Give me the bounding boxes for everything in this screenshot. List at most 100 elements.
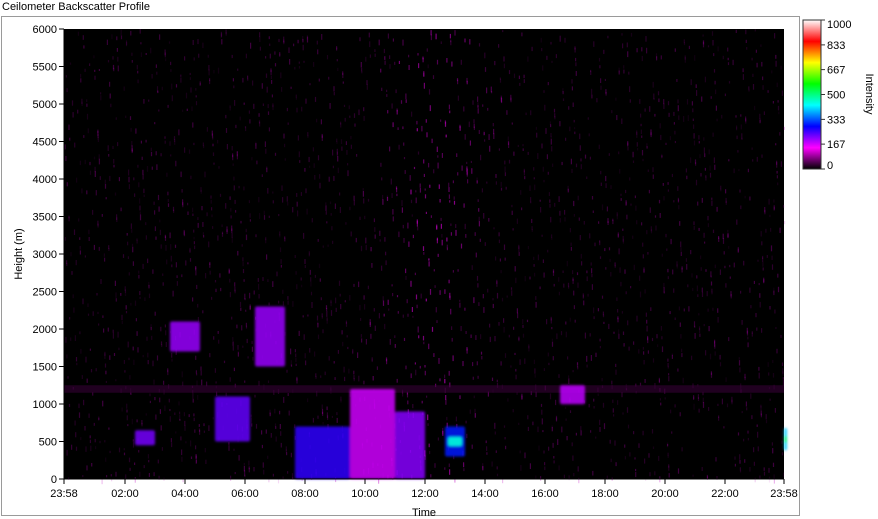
noise-speckle [446, 58, 448, 63]
noise-speckle [558, 465, 560, 471]
noise-speckle [521, 207, 523, 211]
noise-speckle [544, 466, 546, 471]
noise-speckle [127, 424, 129, 427]
noise-speckle [382, 300, 385, 306]
noise-speckle [591, 88, 593, 95]
noise-speckle [758, 372, 760, 379]
noise-speckle [407, 313, 409, 317]
noise-speckle [533, 177, 535, 180]
noise-speckle [118, 447, 121, 453]
noise-speckle [293, 43, 295, 47]
noise-speckle [76, 362, 78, 366]
noise-speckle [362, 188, 364, 191]
noise-speckle [342, 341, 344, 347]
noise-speckle [74, 420, 76, 426]
noise-speckle [479, 238, 481, 242]
noise-speckle [645, 36, 647, 42]
noise-speckle [209, 270, 211, 275]
noise-speckle [507, 136, 509, 141]
noise-speckle [577, 366, 579, 370]
noise-speckle [707, 215, 709, 221]
noise-speckle [89, 170, 92, 175]
noise-speckle [79, 237, 81, 240]
noise-speckle [424, 194, 427, 199]
noise-speckle [98, 158, 100, 165]
noise-speckle [646, 319, 648, 324]
noise-speckle [243, 279, 245, 282]
noise-speckle [95, 446, 97, 450]
noise-speckle [94, 69, 96, 72]
noise-speckle [211, 207, 213, 211]
noise-speckle [499, 258, 501, 262]
noise-speckle [524, 452, 526, 459]
noise-speckle [775, 60, 777, 67]
noise-speckle [195, 101, 198, 106]
noise-speckle [240, 220, 242, 224]
noise-speckle [243, 462, 245, 466]
noise-speckle [286, 369, 288, 373]
noise-speckle [513, 73, 516, 79]
noise-speckle [589, 156, 591, 160]
noise-speckle [550, 41, 552, 45]
noise-speckle [211, 214, 213, 218]
noise-speckle [105, 457, 107, 462]
noise-speckle [602, 402, 605, 408]
noise-speckle [123, 86, 125, 91]
noise-speckle [265, 429, 267, 434]
noise-speckle [282, 289, 284, 294]
noise-speckle [95, 190, 97, 196]
noise-speckle [306, 208, 308, 215]
noise-speckle [424, 370, 426, 376]
noise-speckle [625, 189, 627, 194]
noise-speckle [164, 49, 166, 56]
noise-speckle [204, 448, 206, 453]
noise-speckle [742, 74, 744, 80]
noise-speckle [686, 99, 689, 105]
noise-speckle [606, 206, 608, 212]
noise-speckle [353, 195, 355, 201]
y-tick-label: 1000 [33, 399, 57, 411]
noise-speckle [562, 98, 565, 101]
noise-speckle [165, 58, 167, 62]
noise-speckle [229, 292, 231, 298]
noise-speckle [647, 252, 649, 255]
noise-speckle [575, 57, 577, 62]
noise-speckle [757, 259, 759, 262]
noise-speckle [139, 211, 141, 215]
noise-speckle [287, 202, 289, 206]
noise-speckle [588, 133, 590, 137]
noise-speckle [262, 462, 264, 468]
noise-speckle [435, 307, 437, 313]
noise-speckle [518, 75, 520, 79]
noise-speckle [473, 119, 475, 124]
noise-speckle [320, 119, 322, 125]
noise-speckle [649, 106, 651, 112]
noise-speckle [180, 77, 182, 83]
noise-speckle [220, 287, 222, 292]
noise-speckle [239, 116, 241, 121]
noise-speckle [421, 125, 423, 132]
noise-speckle [566, 260, 568, 267]
noise-speckle [771, 442, 773, 446]
noise-speckle [195, 460, 197, 463]
noise-speckle [669, 136, 671, 141]
noise-speckle [398, 60, 400, 64]
noise-speckle [423, 173, 425, 177]
noise-speckle [130, 302, 132, 306]
noise-speckle [65, 156, 67, 161]
noise-speckle [599, 65, 601, 69]
noise-speckle [694, 159, 697, 164]
noise-speckle [360, 318, 362, 321]
noise-speckle [231, 54, 233, 59]
noise-speckle [146, 166, 149, 172]
noise-speckle [737, 432, 740, 436]
noise-speckle [677, 99, 679, 104]
noise-speckle [723, 426, 725, 429]
noise-speckle [195, 454, 197, 459]
noise-speckle [193, 236, 195, 240]
noise-speckle [647, 337, 649, 344]
noise-speckle [207, 54, 209, 58]
noise-speckle [572, 270, 574, 275]
noise-speckle [217, 235, 219, 241]
noise-speckle [169, 409, 171, 412]
